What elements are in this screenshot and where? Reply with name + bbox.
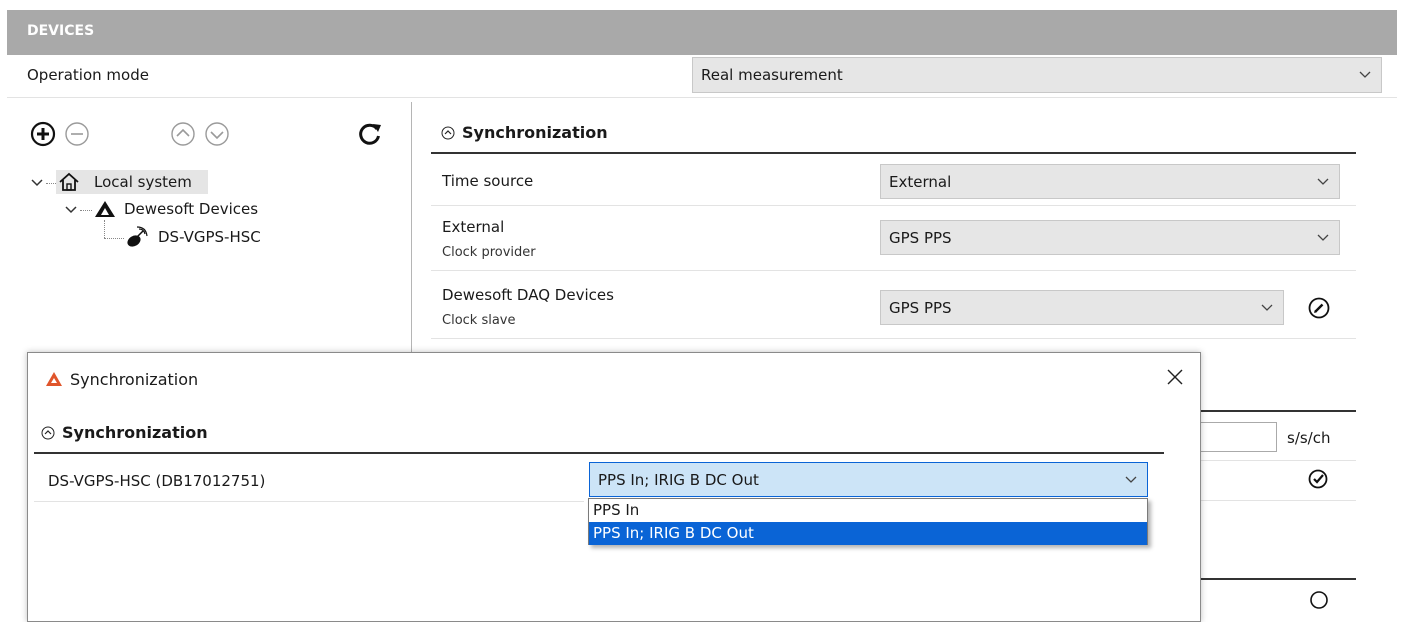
chevron-down-icon [1259,300,1275,316]
dropdown-option-pps-in-irig[interactable]: PPS In; IRIG B DC Out [589,522,1147,545]
sample-rate-input[interactable] [1201,422,1277,452]
dewesoft-logo-icon [94,199,116,219]
edit-icon[interactable] [1308,297,1330,319]
time-source-label: Time source [442,172,534,190]
time-source-select[interactable]: External [880,164,1340,199]
section-divider [431,152,1356,154]
chevron-down-icon [1315,174,1331,190]
dialog-section-title: Synchronization [62,423,208,442]
section-divider [1201,410,1356,412]
separator [7,97,1397,98]
row-separator [431,270,1356,271]
clock-provider-select[interactable]: GPS PPS [880,220,1340,255]
dialog-title: Synchronization [70,370,199,389]
sync-section-title: Synchronization [462,123,608,142]
chevron-down-icon [1123,472,1139,488]
chevron-down-icon [1357,67,1373,83]
time-source-value: External [889,172,952,191]
tree-item-ds-vgps-hsc[interactable]: DS-VGPS-HSC [158,228,261,246]
close-icon[interactable] [1166,368,1184,386]
tree-connector [80,210,92,211]
tree-connector [104,220,105,238]
collapse-circle-icon[interactable] [41,426,55,440]
home-icon [58,172,80,192]
synchronization-dialog: Synchronization Synchronization DS-VGPS-… [27,352,1201,622]
section-divider [34,452,1164,454]
chevron-down-icon [1315,230,1331,246]
row-separator [1201,460,1356,461]
arrow-down-circle-icon[interactable] [204,121,230,147]
dewesoft-logo-icon [45,371,63,387]
refresh-icon[interactable] [356,120,384,148]
collapse-circle-icon[interactable] [441,126,455,140]
chevron-down-icon[interactable] [64,203,78,217]
row-separator [1201,500,1356,501]
sample-rate-unit: s/s/ch [1287,429,1331,447]
add-circle-icon[interactable] [30,121,56,147]
chevron-down-icon[interactable] [30,176,44,190]
row-separator [34,501,584,502]
device-label: DS-VGPS-HSC (DB17012751) [48,472,266,490]
row-separator [431,338,1356,339]
radio-empty-icon[interactable] [1309,590,1329,610]
daq-devices-sublabel: Clock slave [442,313,516,328]
checkmark-circle-icon[interactable] [1308,469,1328,489]
external-label: External [442,218,505,236]
tree-connector [104,238,124,239]
sync-mode-select[interactable]: PPS In; IRIG B DC Out [589,462,1148,497]
gps-antenna-icon [122,226,148,250]
external-sublabel: Clock provider [442,245,536,260]
section-divider [1201,578,1356,580]
sync-mode-dropdown-list: PPS In PPS In; IRIG B DC Out [588,498,1148,545]
dropdown-option-pps-in[interactable]: PPS In [589,499,1147,522]
clock-slave-select[interactable]: GPS PPS [880,290,1284,325]
panel-splitter[interactable] [411,102,412,362]
row-separator [431,205,1356,206]
daq-devices-label: Dewesoft DAQ Devices [442,286,614,304]
tree-label-local-system: Local system [94,173,192,191]
clock-provider-value: GPS PPS [889,228,952,247]
operation-mode-value: Real measurement [701,66,843,84]
clock-slave-value: GPS PPS [889,298,952,317]
tree-connector [46,183,56,184]
operation-mode-select[interactable]: Real measurement [692,57,1382,93]
operation-mode-label: Operation mode [27,66,149,84]
sync-mode-value: PPS In; IRIG B DC Out [598,470,759,489]
tree-item-dewesoft-devices[interactable]: Dewesoft Devices [124,200,258,218]
arrow-up-circle-icon[interactable] [170,121,196,147]
remove-circle-icon[interactable] [64,121,90,147]
devices-header: DEVICES [7,10,1397,55]
